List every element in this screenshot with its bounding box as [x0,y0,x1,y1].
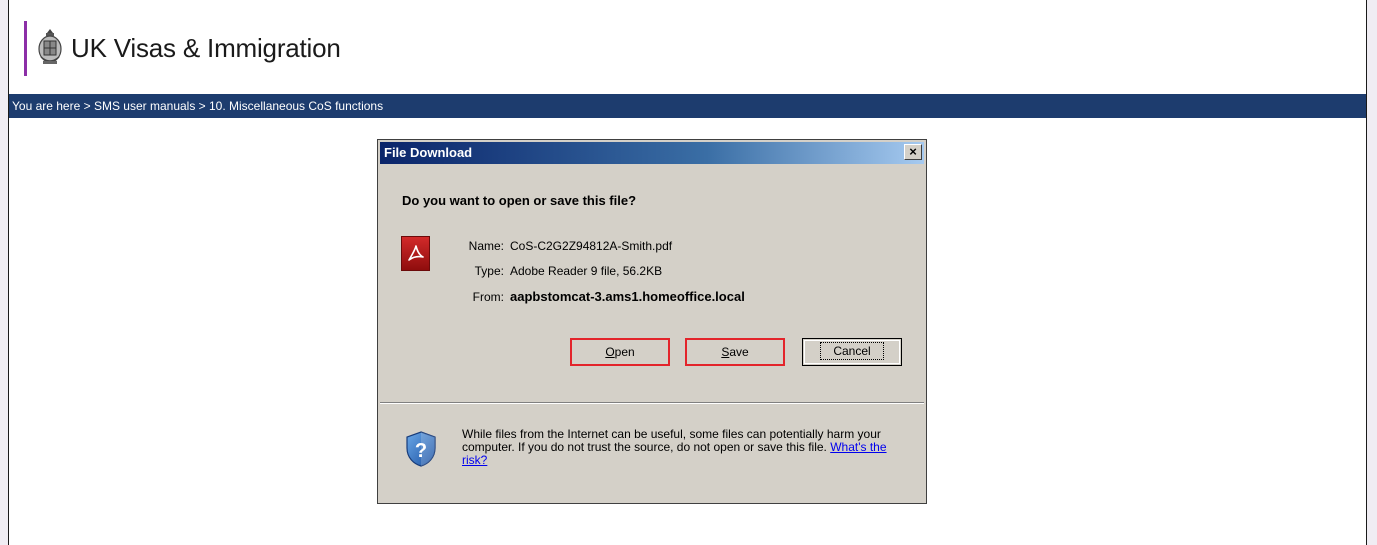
page-frame: UK Visas & Immigration You are here > SM… [8,0,1367,545]
dialog-separator [380,402,924,404]
open-button[interactable]: Open [570,338,670,366]
security-shield-icon: ? [406,431,436,467]
save-button-label: ave [729,345,749,359]
close-icon[interactable]: × [904,144,922,160]
svg-text:?: ? [415,440,427,462]
site-header: UK Visas & Immigration [9,0,1366,94]
site-brand-title[interactable]: UK Visas & Immigration [71,28,341,68]
file-type-value: Adobe Reader 9 file, 56.2KB [510,264,663,278]
security-warning-text: While files from the Internet can be use… [462,427,881,454]
brand-accent-bar [24,21,27,76]
dialog-title: File Download [384,145,473,160]
cancel-button[interactable]: Cancel [802,338,902,366]
file-name-label: Name: [468,239,504,253]
open-button-label: pen [614,345,635,359]
breadcrumb: You are here > SMS user manuals > 10. Mi… [9,94,1366,118]
dialog-question: Do you want to open or save this file? [402,193,637,208]
file-name-value: CoS-C2G2Z94812A-Smith.pdf [510,239,673,253]
cancel-button-label: Cancel [820,342,884,360]
dialog-titlebar[interactable]: File Download × [380,142,924,164]
crest-icon [38,29,62,64]
file-from-label: From: [472,290,504,304]
file-type-label: Type: [474,264,504,278]
security-warning: While files from the Internet can be use… [462,428,912,467]
pdf-file-icon [401,236,430,271]
file-download-dialog: File Download × Do you want to open or s… [377,139,927,504]
open-button-accesskey: O [605,345,615,359]
save-button[interactable]: Save [685,338,785,366]
file-from-value: aapbstomcat-3.ams1.homeoffice.local [510,289,745,304]
